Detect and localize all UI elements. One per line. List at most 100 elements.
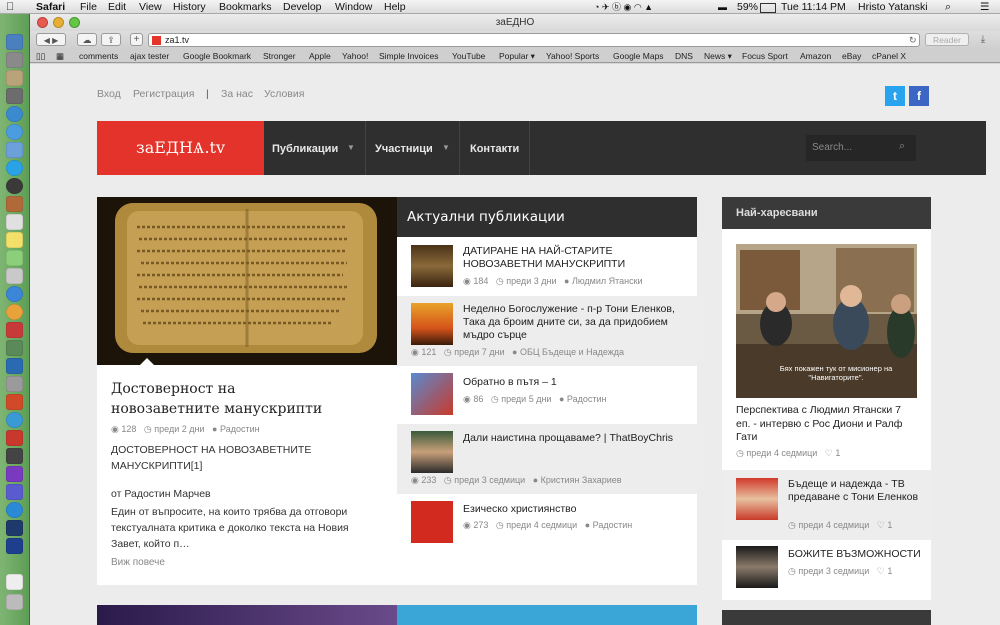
bookmark-focus-sport[interactable]: Focus Sport [742,49,788,63]
facebook-button[interactable]: f [909,86,929,106]
about-link[interactable]: За нас [221,88,253,100]
app-icon[interactable] [6,250,23,266]
url-text[interactable]: za1.tv [165,34,189,47]
status-icons[interactable]: ◔ ✈ ⓑ ◉ ◠ ▲ [594,0,653,14]
app-menu[interactable]: Safari [36,0,65,14]
bookmark-yahoo[interactable]: Yahoo! [342,49,368,63]
bookmark-dns[interactable]: DNS [675,49,693,63]
reader-button[interactable]: Reader [925,33,969,46]
bookmark-google-maps[interactable]: Google Maps [613,49,664,63]
zoom-window-button[interactable] [69,17,80,28]
app-icon[interactable] [6,88,23,104]
reload-icon[interactable]: ↻ [909,34,917,47]
photoshop-icon[interactable] [6,538,23,554]
list-item[interactable]: БОЖИТЕ ВЪЗМОЖНОСТИ ◷ преди 3 седмици ♡ 1 [722,540,931,600]
app-icon[interactable] [6,448,23,464]
back-forward-buttons[interactable]: ◀ ▶ [36,33,66,46]
bookmark-ebay[interactable]: eBay [842,49,861,63]
trash-icon[interactable] [6,594,23,610]
spotlight-icon[interactable]: ⌕ [945,0,951,14]
app-icon[interactable] [6,412,23,428]
app-icon[interactable] [6,70,23,86]
app-icon[interactable] [6,466,23,482]
terms-link[interactable]: Условия [264,88,304,100]
app-icon[interactable] [6,106,23,122]
list-item[interactable]: Неделно Богослужение - п-р Тони Еленков,… [397,296,697,366]
search-box[interactable]: Search... ⌕ [806,135,916,161]
app-icon[interactable] [6,286,23,302]
featured-author[interactable]: Радостин [220,424,260,434]
menu-view[interactable]: View [139,0,162,14]
nav-publications[interactable]: Публикации ▼ [264,121,366,175]
nav-contacts[interactable]: Контакти [460,121,530,175]
app-icon[interactable] [6,394,23,410]
post-title[interactable]: ДАТИРАНЕ НА НАЙ-СТАРИТЕ НОВОЗАВЕТНИ МАНУ… [463,245,683,271]
icloud-tabs-icon[interactable]: ☁ [77,33,97,46]
app-icon[interactable] [6,322,23,338]
reading-list-icon[interactable]: ▯▯ [36,49,45,63]
read-more-link[interactable]: Виж повече [111,557,165,568]
next-post-image[interactable] [397,605,697,625]
apple-menu-icon[interactable]:  [6,0,14,14]
post-title[interactable]: Обратно в пътя – 1 [463,376,683,389]
login-link[interactable]: Вход [97,88,121,100]
download-icon[interactable]: ⤓ [975,33,991,46]
menu-help[interactable]: Help [384,0,406,14]
document-icon[interactable] [6,574,23,590]
app-icon[interactable] [6,502,23,518]
bookmark-cpanel[interactable]: cPanel X [872,49,906,63]
app-icon[interactable] [6,304,23,320]
menu-window[interactable]: Window [335,0,372,14]
bookmark-popular[interactable]: Popular ▾ [499,49,535,63]
app-icon[interactable] [6,358,23,374]
next-post-image[interactable] [97,605,397,625]
bookmark-comments[interactable]: comments [79,49,118,63]
app-icon[interactable] [6,142,23,158]
new-tab-button[interactable]: + [130,33,143,46]
filezilla-icon[interactable] [6,430,23,446]
notification-icon[interactable]: ☰ [980,0,989,14]
safari-icon[interactable] [6,124,23,140]
list-item[interactable]: Езическо християнство ◉ 273 ◷ преди 4 се… [397,494,697,552]
post-title[interactable]: Езическо християнство [463,503,683,516]
featured-title[interactable]: Достоверност на новозаветните манускрипт… [111,379,346,419]
app-icon[interactable] [6,484,23,500]
menu-edit[interactable]: Edit [108,0,126,14]
list-item[interactable]: Обратно в пътя – 1 ◉ 86 ◷ преди 5 дни ● … [397,366,697,424]
menubar-clock[interactable]: Tue 11:14 PM [781,0,846,14]
nav-participants[interactable]: Участници ▼ [366,121,460,175]
minimize-window-button[interactable] [53,17,64,28]
register-link[interactable]: Регистрация [133,88,194,100]
post-author[interactable]: Людмил Ятански [572,276,643,286]
menu-file[interactable]: File [80,0,97,14]
bookmark-stronger[interactable]: Stronger [263,49,296,63]
bookmark-simple-invoices[interactable]: Simple Invoices [379,49,439,63]
list-item[interactable]: ДАТИРАНЕ НА НАЙ-СТАРИТЕ НОВОЗАВЕТНИ МАНУ… [397,237,697,296]
app-icon[interactable] [6,52,23,68]
top-sites-icon[interactable]: ▦ [56,49,64,63]
post-title[interactable]: Бъдеще и надежда - ТВ предаване с Тони Е… [788,478,923,504]
post-author[interactable]: Кристиян Захариев [541,475,622,485]
app-icon[interactable] [6,196,23,212]
post-title[interactable]: Дали наистина прощаваме? | ThatBoyChris [463,432,683,445]
bookmark-news[interactable]: News ▾ [704,49,732,63]
skype-icon[interactable] [6,160,23,176]
search-icon[interactable]: ⌕ [899,140,905,153]
search-input[interactable]: Search... [812,142,852,153]
list-item[interactable]: Бъдеще и надежда - ТВ предаване с Тони Е… [722,470,931,540]
close-window-button[interactable] [37,17,48,28]
notes-icon[interactable] [6,232,23,248]
share-icon[interactable]: ⇪ [101,33,121,46]
bookmark-yahoo-sports[interactable]: Yahoo! Sports [546,49,599,63]
featured-image[interactable] [97,197,397,365]
calendar-icon[interactable] [6,214,23,230]
list-item[interactable]: Дали наистина прощаваме? | ThatBoyChris … [397,424,697,494]
bookmark-youtube[interactable]: YouTube [452,49,485,63]
bookmark-google-bookmark[interactable]: Google Bookmark [183,49,251,63]
app-icon[interactable] [6,520,23,536]
site-logo[interactable]: заЕДНѦ.tv [97,121,264,175]
finder-icon[interactable] [6,34,23,50]
app-icon[interactable] [6,178,23,194]
flag-icon[interactable]: ▬ [718,0,727,14]
post-author[interactable]: Радостин [593,520,633,530]
